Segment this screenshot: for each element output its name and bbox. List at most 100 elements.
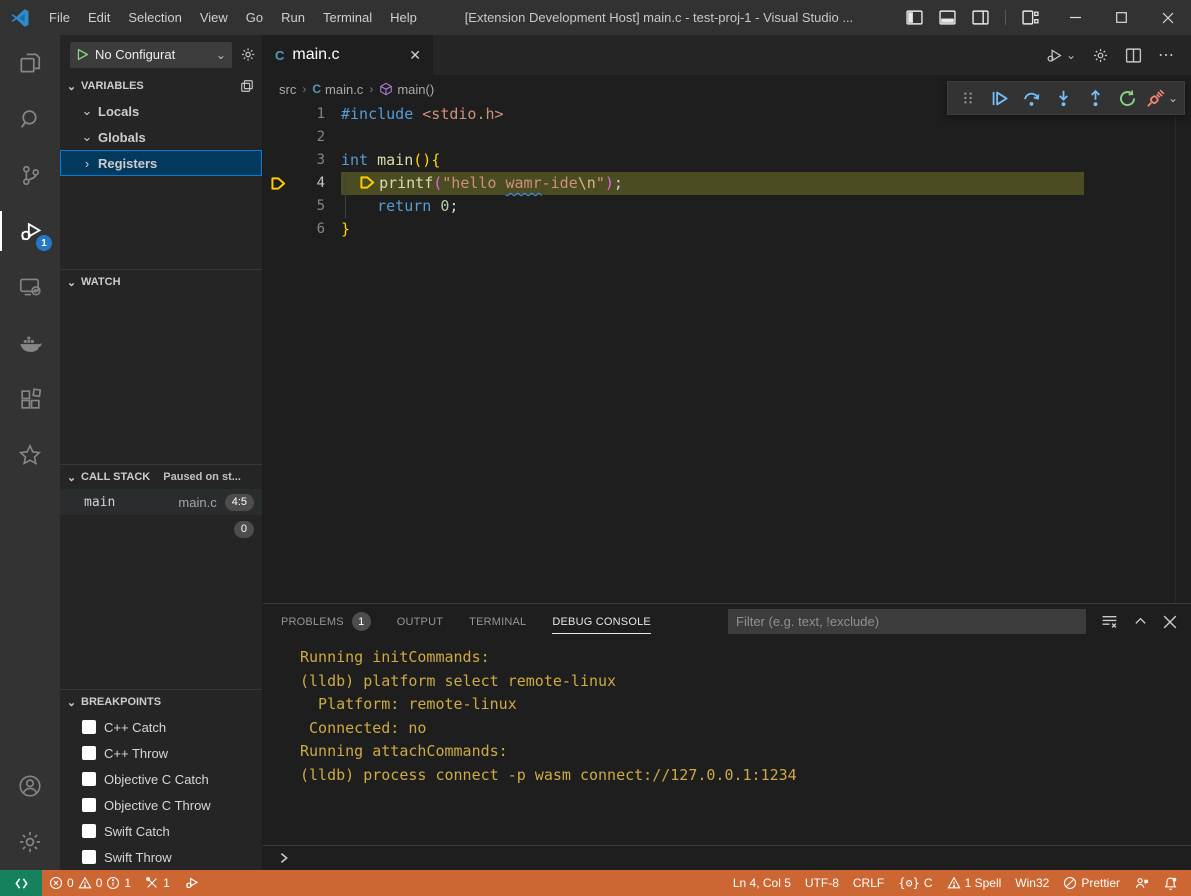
breakpoint-checkbox[interactable] <box>82 824 96 838</box>
watch-header[interactable]: ⌄ WATCH <box>60 270 262 294</box>
minimize-button[interactable] <box>1053 0 1099 35</box>
breakpoint-checkbox[interactable] <box>82 798 96 812</box>
stack-frame-row[interactable]: main main.c 4:5 <box>60 489 262 515</box>
variables-header[interactable]: ⌄ VARIABLES <box>60 74 262 98</box>
source-control-icon[interactable] <box>0 147 60 203</box>
close-panel-icon[interactable] <box>1163 615 1177 629</box>
debug-configuration-dropdown[interactable]: No Configurat ⌄ <box>70 42 232 68</box>
step-over-icon[interactable] <box>1018 84 1046 112</box>
debug-console-input[interactable] <box>263 845 1191 870</box>
feedback-icon[interactable] <box>1127 870 1156 896</box>
variables-section: ⌄ VARIABLES ⌄Locals⌄Globals›Registers <box>60 74 262 269</box>
debug-status-icon[interactable] <box>177 870 207 896</box>
breadcrumb-symbol[interactable]: main() <box>379 82 434 97</box>
menu-file[interactable]: File <box>40 0 79 35</box>
variables-item-globals[interactable]: ⌄Globals <box>60 124 262 150</box>
chevron-down-icon: ⌄ <box>1168 91 1178 105</box>
more-actions-icon[interactable]: ⋯ <box>1158 45 1175 65</box>
breadcrumb-file[interactable]: Cmain.c <box>312 82 363 97</box>
code-line-3[interactable]: 3int main(){ <box>263 149 1191 172</box>
tab-main-c[interactable]: C main.c ✕ <box>263 35 433 75</box>
remote-indicator[interactable] <box>0 870 42 896</box>
breakpoints-list: C++ CatchC++ ThrowObjective C CatchObjec… <box>60 714 262 870</box>
menu-terminal[interactable]: Terminal <box>314 0 381 35</box>
restart-icon[interactable] <box>1114 84 1142 112</box>
breakpoint-checkbox[interactable] <box>82 746 96 760</box>
search-icon[interactable] <box>0 91 60 147</box>
favorites-star-icon[interactable] <box>0 427 60 483</box>
customize-layout-icon[interactable] <box>1022 9 1039 26</box>
breakpoint-row[interactable]: C++ Catch <box>60 714 262 740</box>
step-out-icon[interactable] <box>1082 84 1110 112</box>
panel-tab-problems[interactable]: PROBLEMS1 <box>281 604 371 639</box>
formatter-status[interactable]: Prettier <box>1056 870 1127 896</box>
extensions-icon[interactable] <box>0 371 60 427</box>
menu-run[interactable]: Run <box>272 0 314 35</box>
maximize-button[interactable] <box>1099 0 1145 35</box>
breakpoint-row[interactable]: Swift Throw <box>60 844 262 870</box>
explorer-icon[interactable] <box>0 35 60 91</box>
variables-item-locals[interactable]: ⌄Locals <box>60 98 262 124</box>
breakpoints-header[interactable]: ⌄ BREAKPOINTS <box>60 690 262 714</box>
tools-status[interactable]: 1 <box>138 870 177 896</box>
disconnect-icon[interactable]: ⌄ <box>1146 84 1178 112</box>
thread-row[interactable]: 0 <box>60 515 262 543</box>
run-and-debug-icon[interactable]: 1 <box>0 203 60 259</box>
step-into-icon[interactable] <box>1050 84 1078 112</box>
breakpoint-checkbox[interactable] <box>82 772 96 786</box>
code-line-5[interactable]: 5 return 0; <box>263 195 1191 218</box>
cursor-position-status[interactable]: Ln 4, Col 5 <box>726 870 798 896</box>
toolbar-grip[interactable] <box>954 84 982 112</box>
eol-status[interactable]: CRLF <box>846 870 891 896</box>
debug-console-filter-input[interactable] <box>728 609 1086 634</box>
clear-console-icon[interactable] <box>1101 613 1118 630</box>
variables-item-registers[interactable]: ›Registers <box>60 150 262 176</box>
problems-status[interactable]: 0 0 1 <box>42 870 138 896</box>
encoding-status[interactable]: UTF-8 <box>798 870 846 896</box>
debug-gear-icon[interactable] <box>240 46 256 63</box>
breakpoint-row[interactable]: Swift Catch <box>60 818 262 844</box>
notifications-bell-icon[interactable] <box>1156 870 1185 896</box>
panel-tab-output[interactable]: OUTPUT <box>397 604 443 639</box>
account-icon[interactable] <box>0 758 60 814</box>
menu-help[interactable]: Help <box>381 0 426 35</box>
run-or-debug-icon[interactable]: ⌄ <box>1045 46 1076 65</box>
bottom-panel: PROBLEMS1 OUTPUT TERMINAL DEBUG CONSOLE Run… <box>263 603 1191 870</box>
code-line-6[interactable]: 6} <box>263 218 1191 241</box>
settings-gear-icon[interactable] <box>0 814 60 870</box>
breakpoint-row[interactable]: Objective C Catch <box>60 766 262 792</box>
close-tab-icon[interactable]: ✕ <box>409 47 421 64</box>
code-line-4[interactable]: 4 printf("hello wamr-ide\n"); <box>263 172 1191 195</box>
language-mode-status[interactable]: {ʘ} C <box>891 870 939 896</box>
frame-position-badge: 4:5 <box>225 494 254 511</box>
maximize-panel-icon[interactable] <box>1133 614 1148 629</box>
close-window-button[interactable] <box>1145 0 1191 35</box>
copy-icon[interactable] <box>240 79 254 93</box>
split-editor-icon[interactable] <box>1125 47 1142 64</box>
toggle-secondary-sidebar-icon[interactable] <box>972 9 989 26</box>
breakpoint-row[interactable]: Objective C Throw <box>60 792 262 818</box>
debug-console-output[interactable]: Running initCommands:(lldb) platform sel… <box>263 639 1191 845</box>
menu-go[interactable]: Go <box>237 0 272 35</box>
code-line-2[interactable]: 2 <box>263 126 1191 149</box>
menu-selection[interactable]: Selection <box>119 0 190 35</box>
breadcrumb-folder[interactable]: src <box>279 82 296 97</box>
docker-icon[interactable] <box>0 315 60 371</box>
breakpoint-checkbox[interactable] <box>82 720 96 734</box>
code-editor[interactable]: 1#include <stdio.h>23int main(){4 printf… <box>263 103 1191 603</box>
breakpoint-row[interactable]: C++ Throw <box>60 740 262 766</box>
menu-view[interactable]: View <box>191 0 237 35</box>
current-stackframe-gutter-icon <box>263 176 293 191</box>
continue-icon[interactable] <box>986 84 1014 112</box>
remote-explorer-icon[interactable] <box>0 259 60 315</box>
editor-settings-gear-icon[interactable] <box>1092 47 1109 64</box>
panel-tab-terminal[interactable]: TERMINAL <box>469 604 526 639</box>
call-stack-header[interactable]: ⌄ CALL STACK Paused on st... <box>60 465 262 489</box>
spell-checker-status[interactable]: 1 Spell <box>940 870 1009 896</box>
toggle-sidebar-icon[interactable] <box>906 9 923 26</box>
breakpoint-checkbox[interactable] <box>82 850 96 864</box>
panel-tab-debug-console[interactable]: DEBUG CONSOLE <box>552 604 651 639</box>
platform-status[interactable]: Win32 <box>1008 870 1056 896</box>
toggle-panel-icon[interactable] <box>939 9 956 26</box>
menu-edit[interactable]: Edit <box>79 0 119 35</box>
